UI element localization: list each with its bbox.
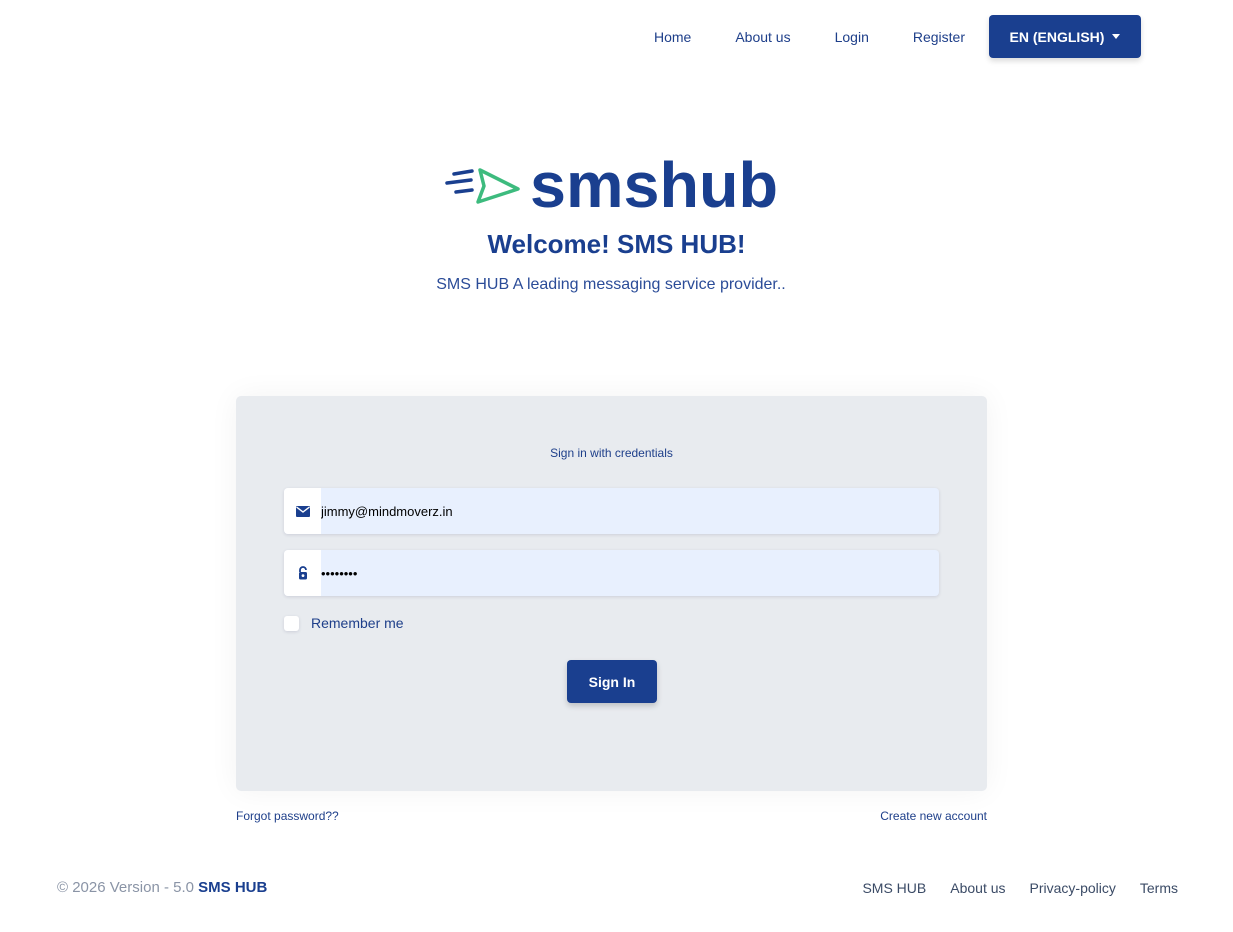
footer-brand-link[interactable]: SMS HUB xyxy=(198,879,267,896)
welcome-heading: Welcome! SMS HUB! xyxy=(487,229,746,259)
footer-smshub-link[interactable]: SMS HUB xyxy=(862,880,926,896)
nav-register-link[interactable]: Register xyxy=(891,29,987,45)
remember-label: Remember me xyxy=(311,615,404,631)
lock-icon xyxy=(284,550,321,596)
top-nav: Home About us Login Register EN (ENGLISH… xyxy=(632,15,1141,58)
language-dropdown-button[interactable]: EN (ENGLISH) xyxy=(989,15,1141,58)
nav-login-link[interactable]: Login xyxy=(813,29,891,45)
copyright: © 2026 Version - 5.0 SMS HUB xyxy=(57,879,267,896)
remember-checkbox[interactable] xyxy=(284,615,299,631)
remember-me[interactable]: Remember me xyxy=(284,615,404,631)
nav-about-link[interactable]: About us xyxy=(713,29,812,45)
footer-terms-link[interactable]: Terms xyxy=(1140,880,1178,896)
envelope-icon xyxy=(284,488,321,534)
email-field xyxy=(284,488,939,534)
password-input[interactable] xyxy=(321,550,939,596)
tagline: SMS HUB A leading messaging service prov… xyxy=(436,276,786,293)
signin-button[interactable]: Sign In xyxy=(567,660,657,703)
paper-plane-icon xyxy=(445,168,520,204)
create-account-link[interactable]: Create new account xyxy=(880,809,987,823)
footer-about-link[interactable]: About us xyxy=(950,880,1005,896)
password-field xyxy=(284,550,939,596)
email-input[interactable] xyxy=(321,488,939,534)
forgot-password-link[interactable]: Forgot password?? xyxy=(236,809,339,823)
language-label: EN (ENGLISH) xyxy=(1009,28,1105,45)
logo-wordmark: smshub xyxy=(530,150,778,216)
footer-privacy-link[interactable]: Privacy-policy xyxy=(1030,880,1116,896)
footer-links: SMS HUB About us Privacy-policy Terms xyxy=(838,880,1178,896)
smshub-logo: smshub xyxy=(445,150,778,216)
signin-title: Sign in with credentials xyxy=(550,446,673,460)
login-card: Sign in with credentials Remember me Sig… xyxy=(236,396,987,791)
caret-down-icon xyxy=(1112,34,1121,39)
copyright-text: © 2026 Version - 5.0 xyxy=(57,879,194,896)
nav-home-link[interactable]: Home xyxy=(632,29,713,45)
